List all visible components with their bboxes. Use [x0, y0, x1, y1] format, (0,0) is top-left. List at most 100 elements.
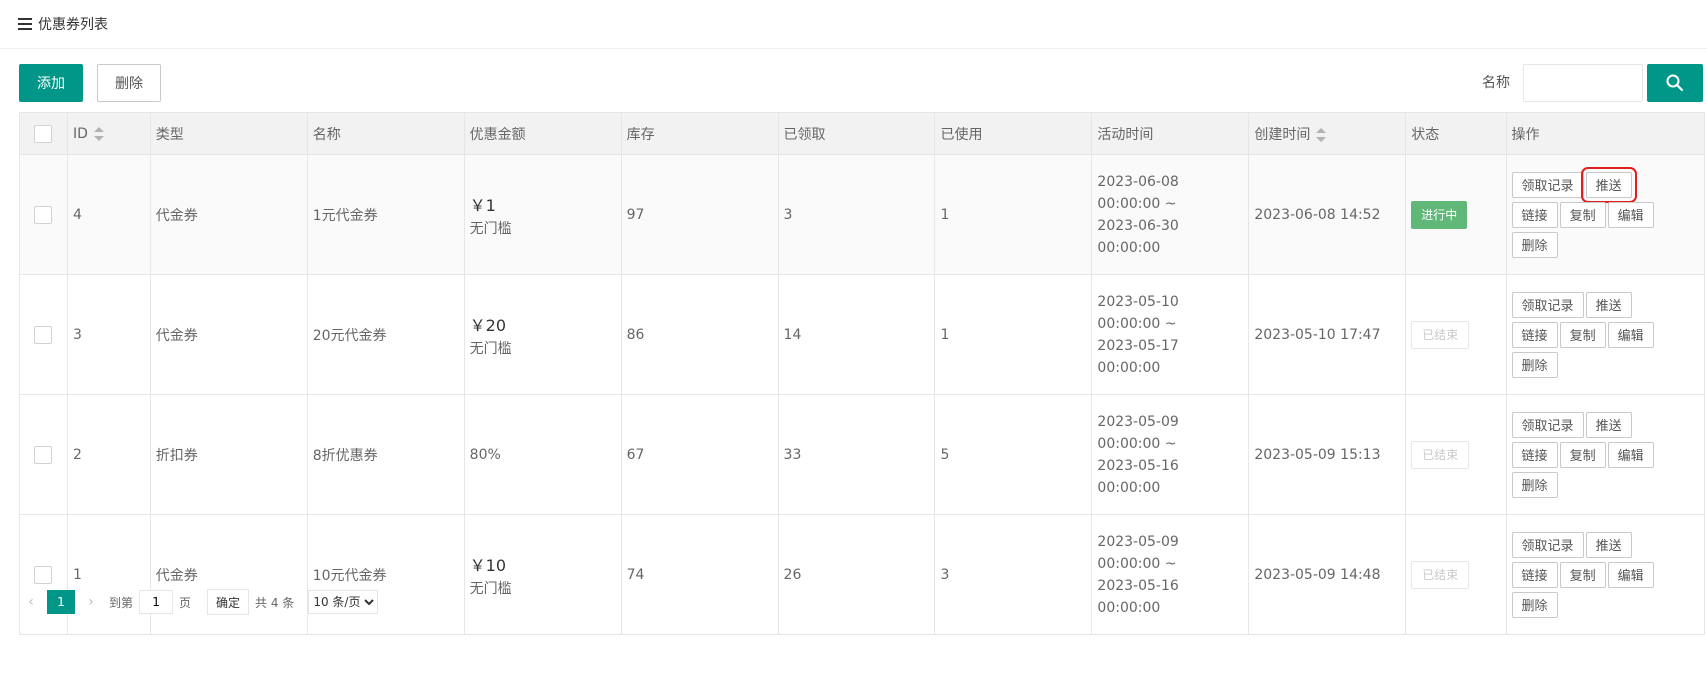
delete-row-button[interactable]: 删除 — [1511, 471, 1558, 498]
link-button[interactable]: 链接 — [1511, 441, 1558, 468]
cell-status: 已结束 — [1405, 394, 1507, 515]
row-checkbox[interactable] — [34, 445, 53, 464]
edit-button[interactable]: 编辑 — [1607, 441, 1654, 468]
cell-stock: 97 — [620, 154, 779, 275]
cell-created: 2023-05-09 15:13 — [1248, 394, 1407, 515]
search-input[interactable] — [1523, 64, 1643, 102]
col-actions: 操作 — [1505, 112, 1706, 155]
records-button[interactable]: 领取记录 — [1511, 531, 1584, 558]
copy-button[interactable]: 复制 — [1559, 441, 1606, 468]
cell-actions: 领取记录 推送 链接 复制 编辑 删除 — [1505, 154, 1706, 275]
push-button[interactable]: 推送 — [1580, 166, 1637, 203]
sort-icon[interactable] — [1316, 127, 1327, 142]
amount-value: ￥1 — [469, 195, 496, 215]
cell-claimed: 26 — [777, 514, 936, 635]
push-button[interactable]: 推送 — [1585, 411, 1632, 438]
cell-actions: 领取记录 推送 链接 复制 编辑 删除 — [1505, 394, 1706, 515]
table-row: 1 代金券 10元代金券 ￥10 无门槛 74 26 3 2023-05-09 0… — [19, 514, 1706, 635]
cell-type: 代金券 — [149, 274, 308, 395]
table-header-row: ID 类型 名称 优惠金额 库存 已领取 已使用 活动时间 创建时间 状态 操作 — [19, 112, 1706, 155]
col-claimed: 已领取 — [777, 112, 936, 155]
delete-row-button[interactable]: 删除 — [1511, 231, 1558, 258]
col-amount: 优惠金额 — [463, 112, 622, 155]
search-label: 名称 — [1482, 75, 1510, 91]
cell-used: 1 — [934, 154, 1093, 275]
amount-value: 80% — [469, 446, 501, 463]
amount-condition: 无门槛 — [469, 340, 512, 357]
edit-button[interactable]: 编辑 — [1607, 201, 1654, 228]
cell-id: 1 — [66, 514, 151, 635]
cell-actions: 领取记录 推送 链接 复制 编辑 删除 — [1505, 514, 1706, 635]
goto-page-input[interactable] — [139, 590, 174, 614]
cell-stock: 86 — [620, 274, 779, 395]
cell-claimed: 14 — [777, 274, 936, 395]
row-select-cell — [19, 274, 68, 395]
cell-period: 2023-05-09 00:00:00 ~ 2023-05-16 00:00:00 — [1091, 394, 1250, 515]
link-button[interactable]: 链接 — [1511, 201, 1558, 228]
delete-row-button[interactable]: 删除 — [1511, 351, 1558, 378]
pagination: ‹ 1 › 到第 页 确定 共 4 条 10 条/页 — [19, 589, 379, 615]
cell-amount: ￥1 无门槛 — [463, 154, 622, 275]
cell-type: 代金券 — [149, 514, 308, 635]
goto-confirm-button[interactable]: 确定 — [207, 589, 250, 615]
page-current[interactable]: 1 — [47, 590, 75, 614]
search-icon — [1666, 74, 1684, 92]
cell-period: 2023-06-08 00:00:00 ~ 2023-06-30 00:00:00 — [1091, 154, 1250, 275]
copy-button[interactable]: 复制 — [1559, 321, 1606, 348]
next-page-icon[interactable]: › — [79, 594, 103, 610]
prev-page-icon[interactable]: ‹ — [19, 594, 43, 610]
link-button[interactable]: 链接 — [1511, 321, 1558, 348]
cell-id: 3 — [66, 274, 151, 395]
copy-button[interactable]: 复制 — [1559, 561, 1606, 588]
select-all-cell — [19, 112, 68, 155]
page-title: 优惠券列表 — [38, 17, 108, 33]
search-button[interactable] — [1647, 64, 1703, 102]
col-stock: 库存 — [620, 112, 779, 155]
amount-condition: 无门槛 — [469, 220, 512, 237]
col-created[interactable]: 创建时间 — [1248, 112, 1407, 155]
records-button[interactable]: 领取记录 — [1511, 291, 1584, 318]
amount-value: ￥20 — [469, 315, 507, 335]
link-button[interactable]: 链接 — [1511, 561, 1558, 588]
sort-icon[interactable] — [93, 126, 104, 141]
push-button[interactable]: 推送 — [1585, 531, 1632, 558]
cell-period: 2023-05-09 00:00:00 ~ 2023-05-16 00:00:00 — [1091, 514, 1250, 635]
cell-type: 代金券 — [149, 154, 308, 275]
cell-name: 20元代金券 — [306, 274, 465, 395]
page-size-select[interactable]: 10 条/页 — [308, 590, 379, 614]
cell-amount: ￥20 无门槛 — [463, 274, 622, 395]
add-button[interactable]: 添加 — [19, 64, 83, 102]
cell-type: 折扣券 — [149, 394, 308, 515]
row-select-cell — [19, 514, 68, 635]
col-status: 状态 — [1405, 112, 1507, 155]
row-checkbox[interactable] — [34, 325, 53, 344]
row-select-cell — [19, 394, 68, 515]
table-row: 3 代金券 20元代金券 ￥20 无门槛 86 14 1 2023-05-10 0… — [19, 274, 1706, 395]
col-id[interactable]: ID — [66, 112, 151, 155]
cell-name: 1元代金券 — [306, 154, 465, 275]
records-button[interactable]: 领取记录 — [1511, 411, 1584, 438]
select-all-checkbox[interactable] — [34, 124, 53, 143]
copy-button[interactable]: 复制 — [1559, 201, 1606, 228]
cell-id: 4 — [66, 154, 151, 275]
edit-button[interactable]: 编辑 — [1607, 321, 1654, 348]
period-start: 2023-05-09 00:00:00 ~ — [1097, 413, 1179, 452]
col-id-label: ID — [72, 125, 88, 142]
status-badge: 进行中 — [1411, 200, 1468, 229]
push-button[interactable]: 推送 — [1585, 291, 1632, 318]
cell-used: 1 — [934, 274, 1093, 395]
delete-row-button[interactable]: 删除 — [1511, 591, 1558, 618]
row-checkbox[interactable] — [34, 565, 53, 584]
status-badge: 已结束 — [1411, 560, 1470, 589]
delete-button[interactable]: 删除 — [97, 64, 161, 102]
cell-status: 已结束 — [1405, 514, 1507, 635]
cell-status: 已结束 — [1405, 274, 1507, 395]
goto-prefix: 到第 — [109, 595, 134, 610]
period-end: 2023-06-30 00:00:00 — [1097, 217, 1179, 256]
table-row: 4 代金券 1元代金券 ￥1 无门槛 97 3 1 2023-06-08 00:0… — [19, 154, 1706, 275]
period-start: 2023-05-09 00:00:00 ~ — [1097, 533, 1179, 572]
records-button[interactable]: 领取记录 — [1511, 171, 1584, 198]
row-checkbox[interactable] — [34, 205, 53, 224]
edit-button[interactable]: 编辑 — [1607, 561, 1654, 588]
goto-suffix: 页 — [179, 595, 192, 610]
